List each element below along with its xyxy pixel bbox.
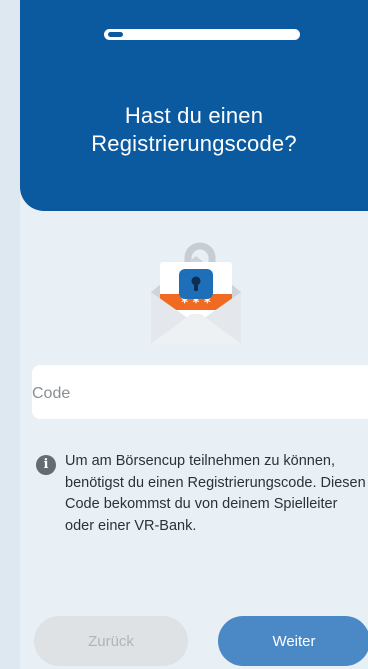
info-icon: i bbox=[36, 455, 56, 475]
left-margin-strip bbox=[0, 0, 20, 669]
progress-bar-fill bbox=[108, 32, 123, 37]
registration-code-screen: Hast du einen Registrierungscode? * * * … bbox=[0, 0, 368, 669]
back-button[interactable]: Zurück bbox=[34, 616, 188, 666]
page-title-line-1: Hast du einen bbox=[124, 103, 264, 128]
envelope-lock-icon: * * * bbox=[151, 242, 241, 344]
page-title-line-2: Registrierungscode? bbox=[91, 131, 297, 156]
page-title: Hast du einen Registrierungscode? bbox=[20, 102, 368, 158]
code-input[interactable] bbox=[32, 365, 368, 419]
progress-bar bbox=[104, 29, 300, 40]
next-button[interactable]: Weiter bbox=[218, 616, 368, 666]
info-text: Um am Börsencup teilnehmen zu können, be… bbox=[65, 453, 366, 534]
